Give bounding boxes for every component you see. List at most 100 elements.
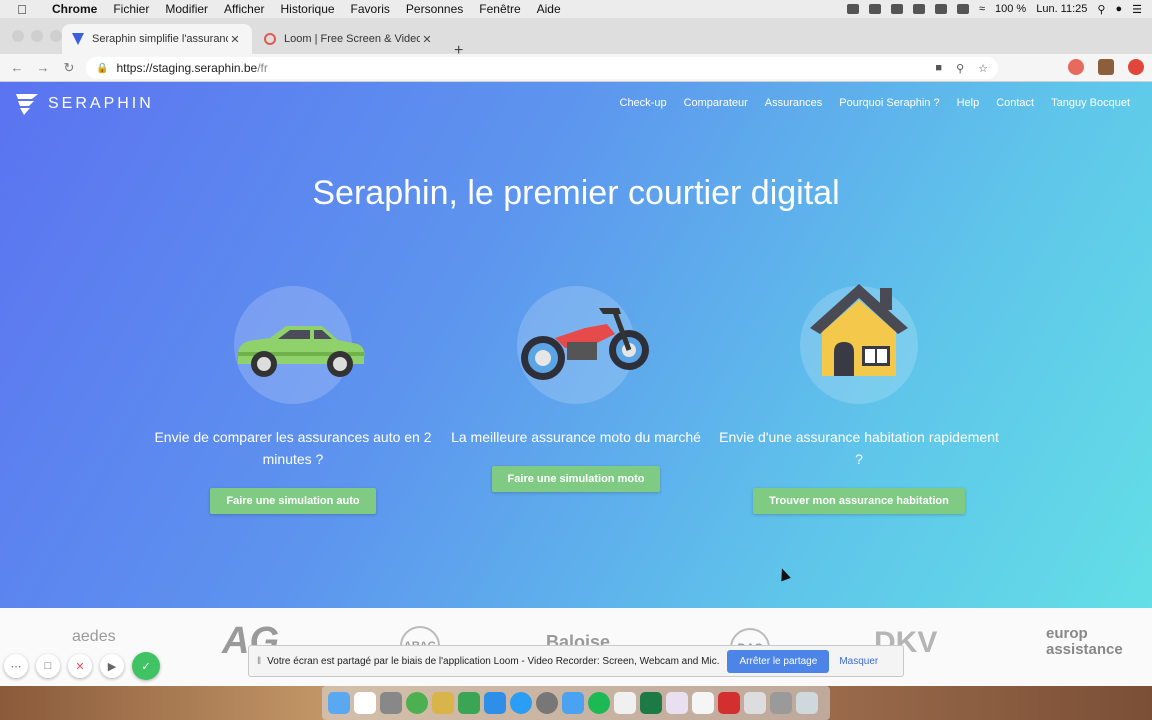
card-auto: Envie de comparer les assurances auto en… <box>153 286 433 514</box>
spotify-icon[interactable] <box>588 692 610 714</box>
close-tab-icon[interactable]: ✕ <box>420 33 434 46</box>
share-message: Votre écran est partagé par le biais de … <box>267 655 720 667</box>
safari-icon[interactable] <box>510 692 532 714</box>
menu-fichier[interactable]: Fichier <box>105 2 157 16</box>
camera-icon[interactable]: ■ <box>935 62 942 75</box>
tab-loom[interactable]: Loom | Free Screen & Video Re ✕ <box>254 24 444 54</box>
apple-icon[interactable]:  <box>0 2 44 17</box>
settings-icon[interactable] <box>536 692 558 714</box>
nav-contact[interactable]: Contact <box>996 97 1034 109</box>
moto-circle <box>517 286 649 404</box>
clock[interactable]: Lun. 11:25 <box>1036 3 1087 15</box>
stop-sharing-button[interactable]: Arrêter le partage <box>727 649 830 673</box>
dock <box>322 686 830 720</box>
finder-icon[interactable] <box>328 692 350 714</box>
zoom-icon[interactable]: ⚲ <box>956 62 964 75</box>
close-window-button[interactable] <box>12 30 24 42</box>
card-moto-text: La meilleure assurance moto du marché <box>451 429 701 445</box>
main-nav: Check-up Comparateur Assurances Pourquoi… <box>620 97 1131 109</box>
nav-pourquoi[interactable]: Pourquoi Seraphin ? <box>839 97 939 109</box>
acrobat-icon[interactable] <box>718 692 740 714</box>
battery-label[interactable]: 100 % <box>995 3 1026 15</box>
wifi-icon[interactable]: ≈ <box>979 3 985 15</box>
bookmark-star-icon[interactable]: ☆ <box>978 62 988 75</box>
chrome-icon[interactable] <box>406 692 428 714</box>
profile-avatar[interactable] <box>1098 59 1114 75</box>
menu-historique[interactable]: Historique <box>273 2 343 16</box>
siri-icon[interactable]: ● <box>1115 3 1122 15</box>
window-controls <box>12 30 62 42</box>
airplay-icon[interactable] <box>956 4 969 14</box>
seraphin-favicon-icon <box>72 33 84 45</box>
nav-assurances[interactable]: Assurances <box>765 97 822 109</box>
menu-aide[interactable]: Aide <box>529 2 569 16</box>
back-icon[interactable]: ← <box>4 60 30 75</box>
menu-app-name[interactable]: Chrome <box>44 2 105 16</box>
reminders-icon[interactable] <box>614 692 636 714</box>
lock-icon[interactable]: 🔒 <box>96 63 108 74</box>
brand-name: SERAPHIN <box>48 95 154 112</box>
launchpad-icon[interactable] <box>380 692 402 714</box>
dropbox-icon[interactable] <box>890 4 903 14</box>
reload-icon[interactable]: ↻ <box>56 60 82 76</box>
screen-share-bar: ‖ Votre écran est partagé par le biais d… <box>248 645 904 677</box>
habitation-button[interactable]: Trouver mon assurance habitation <box>753 488 965 514</box>
notification-center-icon[interactable]: ☰ <box>1132 3 1142 16</box>
loom-pause-icon[interactable]: ▶ <box>100 654 124 678</box>
messages-icon[interactable] <box>562 692 584 714</box>
tab-strip: Seraphin simplifie l'assurance ✕ Loom | … <box>0 18 1152 59</box>
simulation-moto-button[interactable]: Faire une simulation moto <box>491 466 661 492</box>
partner-europ-assistance-logo: europ assistance <box>1046 625 1123 658</box>
simulation-auto-button[interactable]: Faire une simulation auto <box>210 488 376 514</box>
cloud-icon[interactable] <box>912 4 925 14</box>
menu-personnes[interactable]: Personnes <box>398 2 471 16</box>
update-icon[interactable] <box>1128 59 1144 75</box>
status-icon[interactable] <box>868 4 881 14</box>
nav-checkup[interactable]: Check-up <box>620 97 667 109</box>
card-habitation-text: Envie d'une assurance habitation rapidem… <box>719 429 999 467</box>
extensions <box>1068 59 1144 75</box>
forward-icon[interactable]: → <box>30 60 56 75</box>
trash-icon[interactable] <box>796 692 818 714</box>
loom-favicon-icon <box>264 33 276 45</box>
menu-afficher[interactable]: Afficher <box>216 2 272 16</box>
address-bar[interactable]: 🔒 https://staging.seraphin.be /fr ■ ⚲ ☆ <box>86 57 998 79</box>
loom-camera-icon[interactable]: □ <box>36 654 60 678</box>
loom-controls: ⋯ □ ✕ ▶ ✓ <box>4 652 160 680</box>
loom-done-icon[interactable]: ✓ <box>132 652 160 680</box>
drive-icon[interactable] <box>934 4 947 14</box>
seraphin-page: SERAPHIN Check-up Comparateur Assurances… <box>0 82 1152 608</box>
toolbar: ← → ↻ 🔒 https://staging.seraphin.be /fr … <box>0 54 1152 82</box>
calendar-icon[interactable] <box>354 692 376 714</box>
nav-user[interactable]: Tanguy Bocquet <box>1051 97 1130 109</box>
search-icon[interactable]: ⚲ <box>1097 3 1105 16</box>
appstore-icon[interactable] <box>484 692 506 714</box>
nav-comparateur[interactable]: Comparateur <box>684 97 748 109</box>
hide-button[interactable]: Masquer <box>839 656 878 667</box>
nav-help[interactable]: Help <box>957 97 980 109</box>
car-icon <box>238 326 365 377</box>
tab-title: Seraphin simplifie l'assurance <box>92 33 228 45</box>
evernote-icon[interactable] <box>458 692 480 714</box>
menu-favoris[interactable]: Favoris <box>343 2 398 16</box>
loom-more-icon[interactable]: ⋯ <box>4 654 28 678</box>
loom-extension-icon[interactable] <box>1068 59 1084 75</box>
close-tab-icon[interactable]: ✕ <box>228 33 242 46</box>
mic-icon[interactable] <box>846 4 859 14</box>
url-host: https://staging.seraphin.be <box>116 61 258 75</box>
menu-fenetre[interactable]: Fenêtre <box>471 2 528 16</box>
zoom-window-button[interactable] <box>50 30 62 42</box>
preview-icon[interactable] <box>744 692 766 714</box>
excel-icon[interactable] <box>640 692 662 714</box>
minimize-window-button[interactable] <box>31 30 43 42</box>
loom-app-icon[interactable] <box>692 692 714 714</box>
house-circle <box>800 284 918 404</box>
loom-cancel-icon[interactable]: ✕ <box>68 654 92 678</box>
slack-icon[interactable] <box>666 692 688 714</box>
notes-icon[interactable] <box>432 692 454 714</box>
scanner-icon[interactable] <box>770 692 792 714</box>
seraphin-logo[interactable]: SERAPHIN <box>12 90 154 118</box>
menu-modifier[interactable]: Modifier <box>157 2 216 16</box>
tab-seraphin[interactable]: Seraphin simplifie l'assurance ✕ <box>62 24 252 54</box>
drag-handle-icon[interactable]: ‖ <box>257 656 261 667</box>
